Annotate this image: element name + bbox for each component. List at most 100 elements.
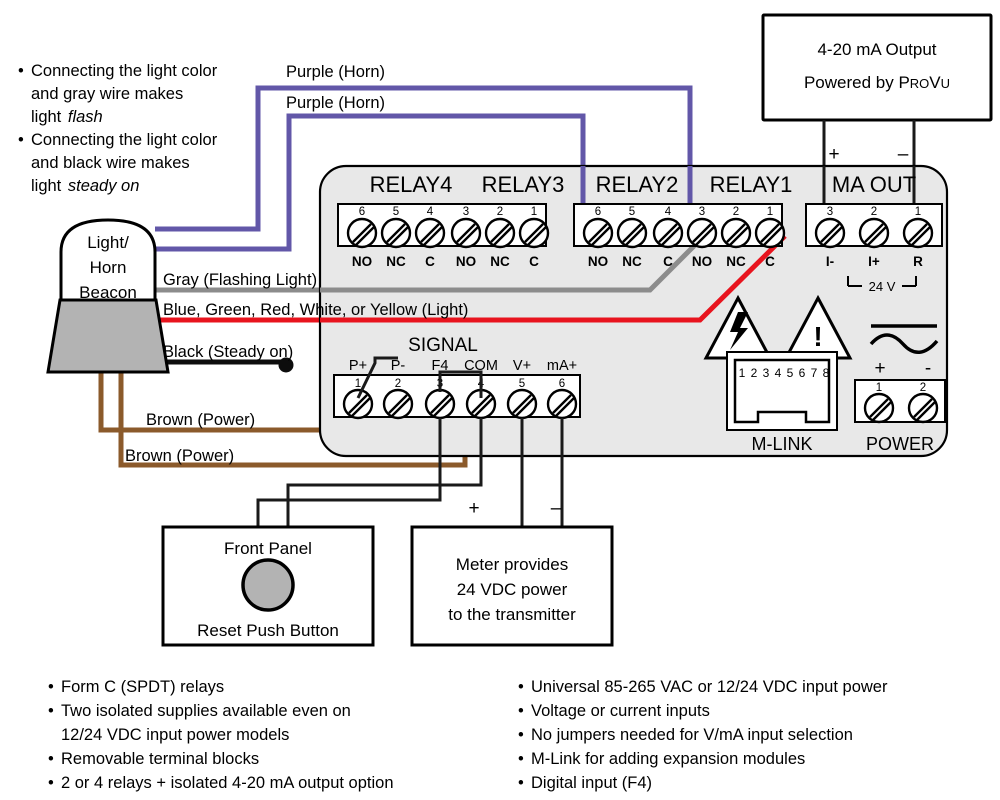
mlink-title: M-LINK (751, 434, 812, 454)
svg-text:•: • (518, 678, 524, 696)
terminal-number: 1 (876, 382, 882, 394)
front-panel-caption: Reset Push Button (197, 621, 339, 640)
svg-text:•: • (48, 774, 54, 792)
feature-right-item: No jumpers needed for V/mA input selecti… (531, 726, 853, 744)
terminal-number: 2 (497, 206, 503, 218)
feature-left-item-cont: 12/24 VDC input power models (61, 726, 289, 744)
meter-power-line1: Meter provides (456, 555, 568, 574)
output-box-line2: Powered by PROVU (804, 73, 950, 92)
label-purple-horn-outer: Purple (Horn) (286, 63, 385, 81)
terminal-function: NO (456, 254, 476, 269)
note-flash-line2: and gray wire makes (31, 85, 183, 103)
terminal-function: P- (391, 358, 406, 374)
terminal-number: 1 (915, 206, 921, 218)
terminal-number: 3 (463, 206, 469, 218)
svg-text:•: • (18, 131, 24, 149)
terminal-number: 2 (395, 378, 401, 390)
terminal-function: C (663, 254, 673, 269)
terminal-function: NO (692, 254, 712, 269)
label-purple-horn-inner: Purple (Horn) (286, 94, 385, 112)
features-left-list: • Form C (SPDT) relays • Two isolated su… (48, 678, 394, 792)
terminal-function: P+ (349, 358, 367, 374)
ma-out-24v-label: 24 V (869, 279, 896, 294)
note-flash-line1: Connecting the light color (31, 62, 218, 80)
svg-text:•: • (18, 62, 24, 80)
meter-power-plus-label: + (468, 498, 479, 519)
label-light-color-wire: Blue, Green, Red, White, or Yellow (Ligh… (163, 301, 468, 319)
note-steady-line2: and black wire makes (31, 154, 190, 172)
label-black-wire: Black (Steady on) (163, 343, 293, 361)
svg-text:3: 3 (763, 366, 770, 380)
svg-text:•: • (48, 702, 54, 720)
signal-title: SIGNAL (408, 335, 478, 356)
note-flash: • Connecting the light color and gray wi… (18, 62, 218, 126)
terminal-function: I+ (868, 254, 880, 269)
terminal-number: 4 (665, 206, 672, 218)
power-plus-label: + (874, 358, 885, 379)
terminal-function: NC (726, 254, 746, 269)
terminal-number: 1 (531, 206, 537, 218)
terminal-function: NC (622, 254, 642, 269)
power-title: POWER (866, 434, 934, 454)
terminal-number: 2 (920, 382, 926, 394)
terminal-number: 6 (559, 378, 565, 390)
output-box-line1: 4-20 mA Output (817, 40, 936, 59)
beacon-label-line3: Beacon (79, 283, 137, 302)
beacon-base (46, 298, 170, 374)
ma-out-minus-label: – (898, 144, 909, 165)
feature-right-item: Universal 85-265 VAC or 12/24 VDC input … (531, 678, 888, 696)
feature-right-item: M-Link for adding expansion modules (531, 750, 805, 768)
svg-text:•: • (518, 774, 524, 792)
svg-text:•: • (518, 702, 524, 720)
meter-power-minus-label: – (551, 498, 562, 519)
svg-text:1: 1 (739, 366, 746, 380)
terminal-number: 3 (827, 206, 833, 218)
svg-text:•: • (48, 678, 54, 696)
wiring-diagram: 4-20 mA Output Powered by PROVU + – RELA… (18, 13, 993, 792)
terminal-function: R (913, 254, 923, 269)
features-right-list: • Universal 85-265 VAC or 12/24 VDC inpu… (518, 678, 888, 792)
note-steady-line3: light steady on (31, 177, 139, 195)
meter-power-line3: to the transmitter (448, 605, 576, 624)
relay4-title: RELAY4 (370, 172, 453, 197)
beacon-label-line1: Light/ (87, 233, 129, 252)
terminal-function: NC (490, 254, 510, 269)
terminal-number: 3 (699, 206, 705, 218)
svg-text:•: • (518, 726, 524, 744)
terminal-number: 2 (871, 206, 877, 218)
feature-left-item: Two isolated supplies available even on (61, 702, 351, 720)
svg-text:4: 4 (775, 366, 782, 380)
note-steady: • Connecting the light color and black w… (18, 131, 218, 195)
terminal-function: C (425, 254, 435, 269)
terminal-function: mA+ (547, 358, 577, 374)
svg-text:5: 5 (787, 366, 794, 380)
feature-left-item: Removable terminal blocks (61, 750, 259, 768)
terminal-number: 5 (519, 378, 525, 390)
feature-left-item: Form C (SPDT) relays (61, 678, 224, 696)
svg-text:•: • (48, 750, 54, 768)
feature-left-item: 2 or 4 relays + isolated 4-20 mA output … (61, 774, 394, 792)
terminal-number: 5 (629, 206, 635, 218)
terminal-function: V+ (513, 358, 531, 374)
svg-text:7: 7 (811, 366, 818, 380)
ma-out-title: MA OUT (832, 172, 916, 197)
svg-text:•: • (518, 750, 524, 768)
power-minus-label: - (925, 358, 931, 379)
terminal-number: 5 (393, 206, 399, 218)
meter-power-line2: 24 VDC power (457, 580, 568, 599)
terminal-function: I- (826, 254, 834, 269)
svg-text:2: 2 (751, 366, 758, 380)
ma-out-plus-label: + (828, 144, 839, 165)
svg-text:6: 6 (799, 366, 806, 380)
label-gray-wire: Gray (Flashing Light) (163, 271, 317, 289)
terminal-number: 6 (359, 206, 365, 218)
output-box (761, 13, 993, 122)
terminal-number: 1 (355, 378, 361, 390)
label-brown-wire-lower: Brown (Power) (125, 447, 234, 465)
feature-right-item: Digital input (F4) (531, 774, 652, 792)
reset-push-button[interactable] (241, 558, 295, 612)
relay3-title: RELAY3 (482, 172, 565, 197)
terminal-function: C (765, 254, 775, 269)
beacon-label-line2: Horn (90, 258, 127, 277)
terminal-function: NO (352, 254, 372, 269)
